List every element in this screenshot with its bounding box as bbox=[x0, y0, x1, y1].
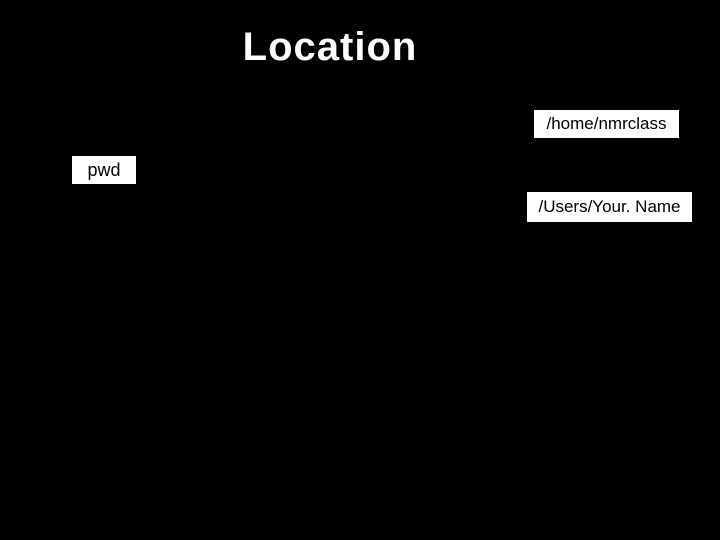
similar-line2: /My. Computer/My. Documents/My. Photos bbox=[96, 425, 623, 456]
shows-line2b: path bbox=[415, 305, 470, 336]
pwd-box: pwd bbox=[70, 154, 138, 186]
shows-line1: shows “present working directory” or cur… bbox=[87, 270, 633, 301]
slide: Location Type: pwd and hit enter. Should… bbox=[0, 0, 720, 540]
home-path-text: /home/nmrclass bbox=[547, 114, 667, 133]
shows-block: shows “present working directory” or cur… bbox=[0, 268, 720, 338]
or-text: OR bbox=[590, 152, 620, 175]
and-hit-text: and hit enter. Should see bbox=[160, 148, 492, 182]
title-text: Location bbox=[243, 25, 418, 69]
shows-line2a: location as a bbox=[250, 305, 415, 336]
home-path-box: /home/nmrclass bbox=[532, 108, 681, 140]
similar-block: similar to: /My. Computer/My. Documents/… bbox=[0, 388, 720, 458]
type-label: Type: bbox=[48, 108, 121, 142]
pwd-text: pwd bbox=[87, 160, 120, 180]
users-path-text: /Users/Your. Name bbox=[538, 197, 680, 216]
users-path-box: /Users/Your. Name bbox=[525, 190, 694, 224]
similar-line1: similar to: bbox=[300, 390, 420, 421]
title-bar: Location bbox=[35, 12, 625, 82]
